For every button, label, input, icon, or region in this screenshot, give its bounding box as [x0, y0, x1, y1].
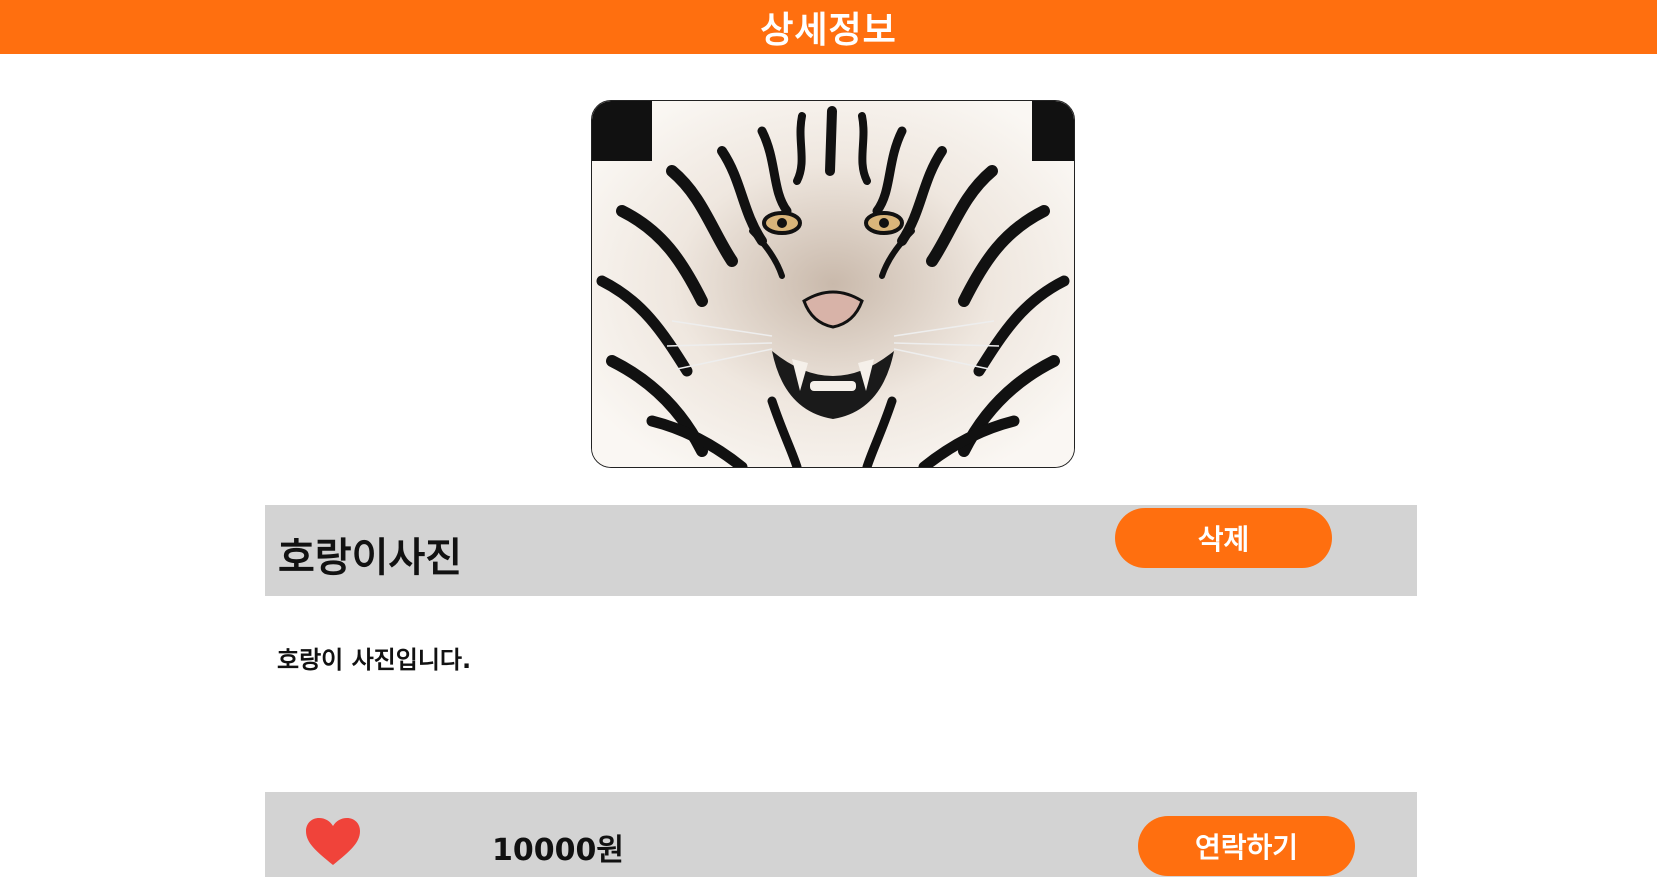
bottom-action-bar: 10000원 연락하기: [265, 792, 1417, 877]
header-bar: 상세정보: [0, 0, 1657, 54]
delete-button[interactable]: 삭제: [1115, 508, 1332, 568]
product-image: [591, 100, 1075, 468]
page-title: 상세정보: [760, 10, 897, 51]
product-title: 호랑이사진: [278, 535, 462, 581]
heart-icon[interactable]: [304, 817, 362, 867]
tiger-photo-icon: [592, 101, 1074, 467]
product-price: 10000원: [492, 833, 624, 868]
product-description: 호랑이 사진입니다.: [277, 646, 472, 674]
contact-button[interactable]: 연락하기: [1138, 816, 1355, 876]
title-bar: 호랑이사진 삭제: [265, 505, 1417, 596]
